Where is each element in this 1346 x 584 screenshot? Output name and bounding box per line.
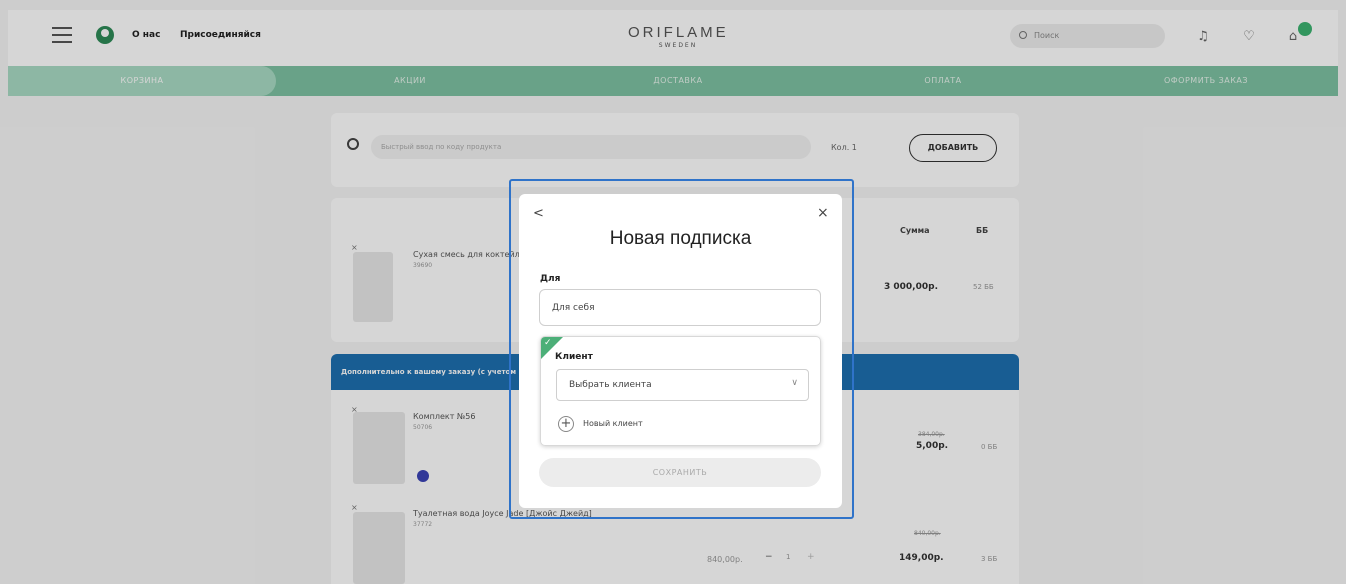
chevron-down-icon: ∨ <box>791 378 798 388</box>
plus-icon[interactable]: + <box>558 416 574 432</box>
new-client-link[interactable]: Новый клиент <box>583 419 643 428</box>
client-label: Клиент <box>555 352 593 362</box>
new-subscription-dialog: < × Новая подписка Для Для себя ✓ Клиент… <box>519 194 842 508</box>
save-button[interactable]: СОХРАНИТЬ <box>539 458 821 487</box>
close-icon[interactable]: × <box>817 205 829 221</box>
check-icon: ✓ <box>544 338 552 348</box>
client-option-card[interactable]: ✓ Клиент Выбрать клиента ∨ + Новый клиен… <box>540 336 821 446</box>
back-icon[interactable]: < <box>533 206 544 221</box>
client-select-value: Выбрать клиента <box>569 380 652 390</box>
for-field[interactable]: Для себя <box>539 289 821 326</box>
dialog-title: Новая подписка <box>609 228 752 249</box>
client-select[interactable]: Выбрать клиента ∨ <box>556 369 809 401</box>
for-label: Для <box>540 274 561 284</box>
